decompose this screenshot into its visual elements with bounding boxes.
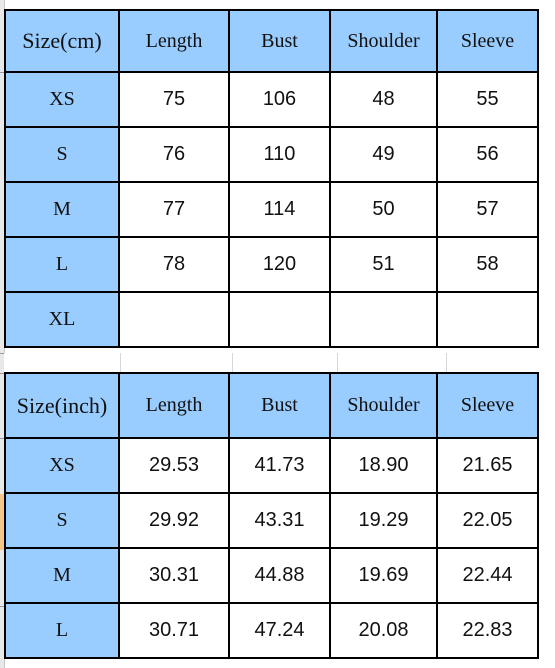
cell-shoulder[interactable]: 48: [329, 71, 438, 128]
header-shoulder[interactable]: Shoulder: [329, 372, 438, 439]
cell-sleeve[interactable]: 22.83: [436, 602, 539, 659]
header-size-cm[interactable]: Size(cm): [4, 9, 120, 73]
size-label-xl[interactable]: XL: [4, 291, 120, 348]
cell-shoulder[interactable]: 49: [329, 126, 438, 183]
size-label-s[interactable]: S: [4, 126, 120, 183]
cell-length[interactable]: [118, 291, 230, 348]
cell-length[interactable]: 75: [118, 71, 230, 128]
header-sleeve[interactable]: Sleeve: [436, 372, 539, 439]
table-header-row: Size(cm) Length Bust Shoulder Sleeve: [4, 9, 539, 73]
cell-shoulder[interactable]: [329, 291, 438, 348]
cell-sleeve[interactable]: 22.05: [436, 492, 539, 549]
header-bust[interactable]: Bust: [228, 9, 331, 73]
cell-sleeve[interactable]: 22.44: [436, 547, 539, 604]
table-header-row: Size(inch) Length Bust Shoulder Sleeve: [4, 372, 539, 439]
cell-bust[interactable]: 43.31: [228, 492, 331, 549]
table-row: L 30.71 47.24 20.08 22.83: [4, 602, 539, 659]
cell-bust[interactable]: 120: [228, 236, 331, 293]
spacer-gridline: [446, 353, 447, 373]
spacer-row: [4, 353, 555, 373]
cell-bust[interactable]: 41.73: [228, 437, 331, 494]
header-bust[interactable]: Bust: [228, 372, 331, 439]
header-shoulder[interactable]: Shoulder: [329, 9, 438, 73]
table-row: M 77 114 50 57: [4, 181, 539, 238]
cell-bust[interactable]: 47.24: [228, 602, 331, 659]
cell-shoulder[interactable]: 20.08: [329, 602, 438, 659]
header-sleeve[interactable]: Sleeve: [436, 9, 539, 73]
table-row: XS 75 106 48 55: [4, 71, 539, 128]
cell-length[interactable]: 77: [118, 181, 230, 238]
cell-length[interactable]: 30.31: [118, 547, 230, 604]
cell-sleeve[interactable]: 58: [436, 236, 539, 293]
spacer-gridline: [120, 353, 121, 373]
size-label-xs[interactable]: XS: [4, 71, 120, 128]
cell-sleeve[interactable]: 57: [436, 181, 539, 238]
size-label-xs[interactable]: XS: [4, 437, 120, 494]
cell-bust[interactable]: 44.88: [228, 547, 331, 604]
header-size-inch[interactable]: Size(inch): [4, 372, 120, 439]
cell-shoulder[interactable]: 51: [329, 236, 438, 293]
header-length[interactable]: Length: [118, 9, 230, 73]
cell-bust[interactable]: 106: [228, 71, 331, 128]
size-label-l[interactable]: L: [4, 602, 120, 659]
cell-sleeve[interactable]: 55: [436, 71, 539, 128]
table-row: S 29.92 43.31 19.29 22.05: [4, 492, 539, 549]
cell-bust[interactable]: [228, 291, 331, 348]
spacer-gridline: [337, 353, 338, 373]
cell-length[interactable]: 78: [118, 236, 230, 293]
cell-shoulder[interactable]: 18.90: [329, 437, 438, 494]
size-label-s[interactable]: S: [4, 492, 120, 549]
cell-length[interactable]: 29.53: [118, 437, 230, 494]
cell-sleeve[interactable]: 21.65: [436, 437, 539, 494]
cell-sleeve[interactable]: 56: [436, 126, 539, 183]
cell-bust[interactable]: 110: [228, 126, 331, 183]
cell-bust[interactable]: 114: [228, 181, 331, 238]
cell-shoulder[interactable]: 19.69: [329, 547, 438, 604]
size-label-m[interactable]: M: [4, 547, 120, 604]
table-row: XL: [4, 291, 539, 348]
cell-length[interactable]: 76: [118, 126, 230, 183]
header-length[interactable]: Length: [118, 372, 230, 439]
table-row: S 76 110 49 56: [4, 126, 539, 183]
cell-length[interactable]: 29.92: [118, 492, 230, 549]
size-label-m[interactable]: M: [4, 181, 120, 238]
size-table-inch: Size(inch) Length Bust Shoulder Sleeve X…: [4, 372, 539, 659]
size-table-cm: Size(cm) Length Bust Shoulder Sleeve XS …: [4, 9, 539, 348]
cell-length[interactable]: 30.71: [118, 602, 230, 659]
table-row: L 78 120 51 58: [4, 236, 539, 293]
cell-shoulder[interactable]: 50: [329, 181, 438, 238]
spacer-gridline: [232, 353, 233, 373]
table-row: M 30.31 44.88 19.69 22.44: [4, 547, 539, 604]
cell-shoulder[interactable]: 19.29: [329, 492, 438, 549]
size-label-l[interactable]: L: [4, 236, 120, 293]
cell-sleeve[interactable]: [436, 291, 539, 348]
table-row: XS 29.53 41.73 18.90 21.65: [4, 437, 539, 494]
